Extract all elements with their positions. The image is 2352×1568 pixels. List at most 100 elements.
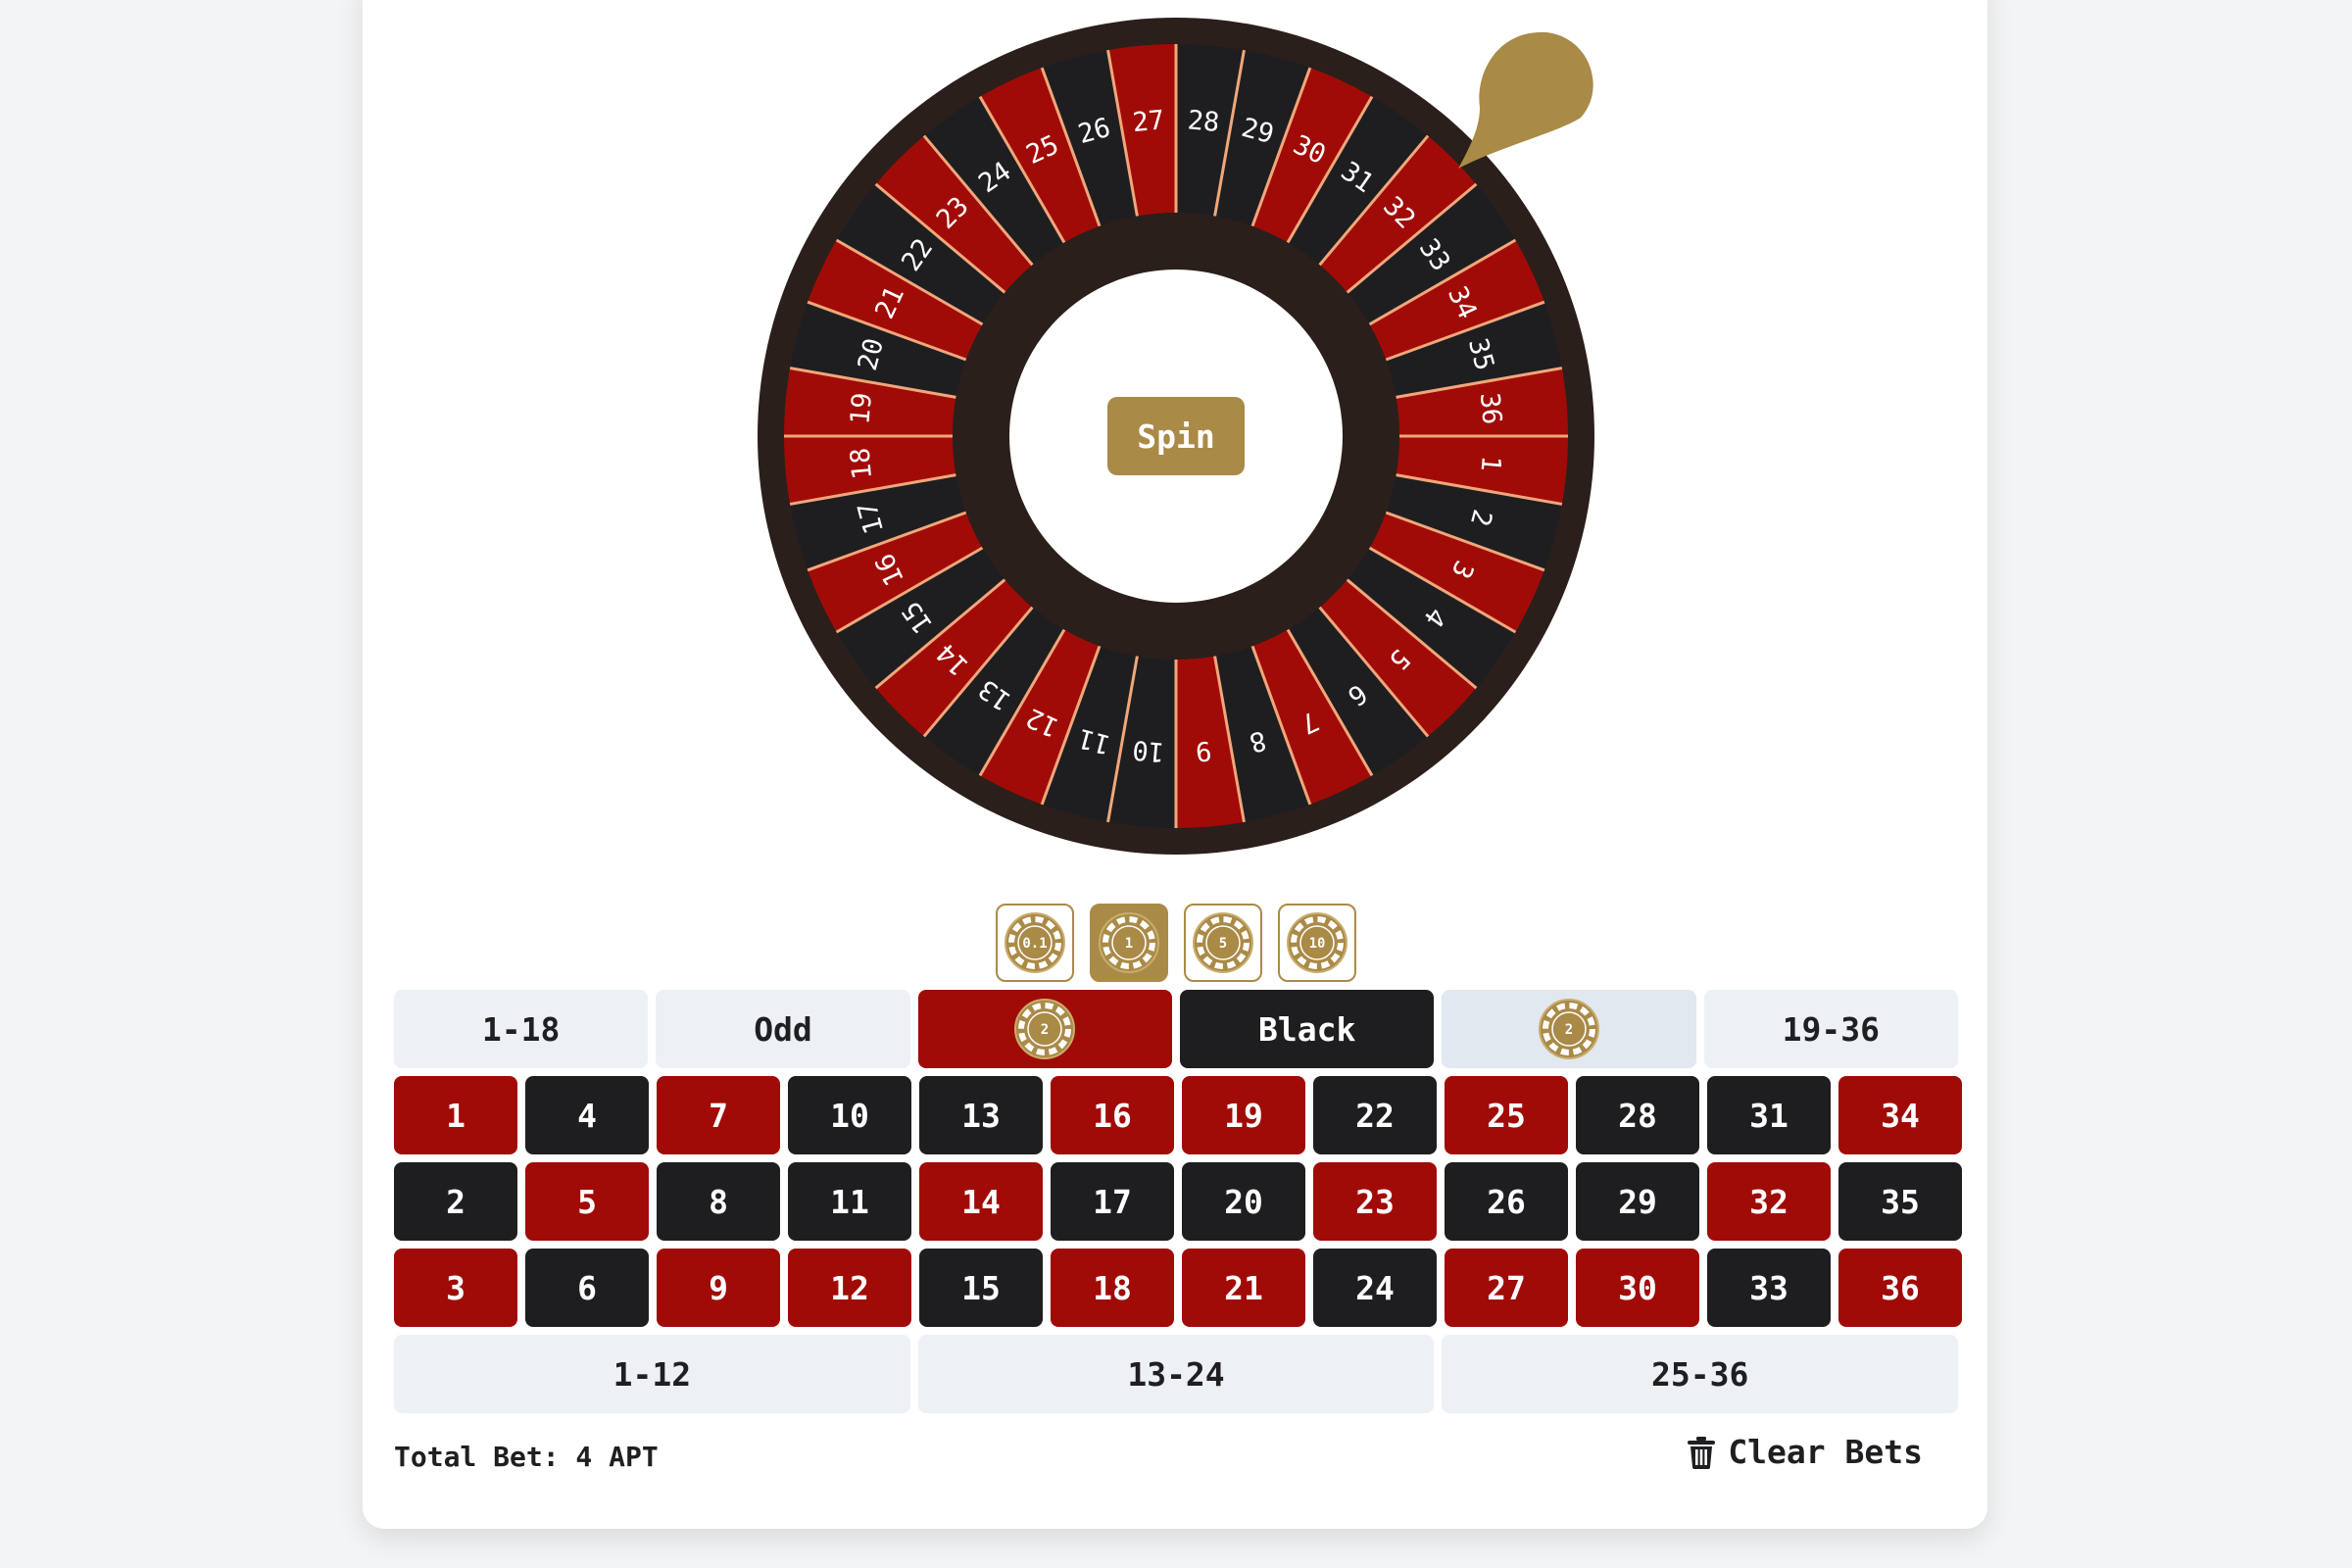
outside-bet-label: Odd	[754, 1009, 812, 1049]
number-cell-5[interactable]: 5	[525, 1162, 649, 1241]
number-label: 5	[577, 1182, 597, 1221]
number-label: 16	[1093, 1096, 1132, 1135]
betting-board: 1-18 Odd 2 Black 2 19-36 1 4 7 10 13 16 19 22 25 28 31 3…	[394, 990, 1962, 1421]
chip-0.1[interactable]: 0.1	[996, 904, 1074, 982]
number-label: 7	[709, 1096, 728, 1135]
outside-bet-19-36[interactable]: 19-36	[1703, 990, 1958, 1068]
number-label: 23	[1355, 1182, 1395, 1221]
number-cell-1[interactable]: 1	[394, 1076, 517, 1154]
number-cell-2[interactable]: 2	[394, 1162, 517, 1241]
chip-10[interactable]: 10	[1278, 904, 1356, 982]
number-cell-21[interactable]: 21	[1182, 1249, 1305, 1327]
number-cell-20[interactable]: 20	[1182, 1162, 1305, 1241]
number-cell-13[interactable]: 13	[919, 1076, 1043, 1154]
bet-footer: Total Bet: 4 APT Clear Bets	[394, 1433, 1923, 1482]
bet-chip-icon: 2	[1538, 999, 1599, 1059]
outside-bet-label: 19-36	[1782, 1009, 1880, 1049]
clear-bets-label: Clear Bets	[1728, 1433, 1923, 1471]
dozen-bet-1-12[interactable]: 1-12	[394, 1335, 910, 1413]
svg-text:1: 1	[1125, 936, 1133, 952]
number-cell-28[interactable]: 28	[1576, 1076, 1699, 1154]
number-cell-10[interactable]: 10	[788, 1076, 911, 1154]
grid-row: 1 4 7 10 13 16 19 22 25 28 31 34	[394, 1076, 1962, 1154]
number-label: 10	[830, 1096, 869, 1135]
dozen-bet-13-24[interactable]: 13-24	[917, 1335, 1435, 1413]
number-cell-14[interactable]: 14	[919, 1162, 1043, 1241]
chip-icon: 0.1	[1004, 912, 1065, 973]
number-label: 34	[1881, 1096, 1920, 1135]
number-label: 31	[1749, 1096, 1788, 1135]
number-cell-33[interactable]: 33	[1707, 1249, 1831, 1327]
number-label: 15	[961, 1268, 1001, 1307]
chip-icon: 5	[1193, 912, 1253, 973]
number-cell-12[interactable]: 12	[788, 1249, 911, 1327]
number-cell-34[interactable]: 34	[1838, 1076, 1962, 1154]
spin-button[interactable]: Spin	[1107, 397, 1245, 475]
outside-bets-row: 1-18 Odd 2 Black 2 19-36	[394, 990, 1958, 1068]
chip-1[interactable]: 1	[1090, 904, 1168, 982]
number-label: 6	[577, 1268, 597, 1307]
clear-bets-button[interactable]: Clear Bets	[1687, 1433, 1923, 1471]
number-label: 2	[446, 1182, 466, 1221]
number-cell-6[interactable]: 6	[525, 1249, 649, 1327]
svg-text:5: 5	[1219, 936, 1227, 952]
total-bet-text: Total Bet: 4 APT	[394, 1441, 659, 1473]
wheel-number: 19	[845, 391, 878, 425]
number-cell-31[interactable]: 31	[1707, 1076, 1831, 1154]
chip-5[interactable]: 5	[1184, 904, 1262, 982]
number-label: 33	[1749, 1268, 1788, 1307]
number-label: 22	[1355, 1096, 1395, 1135]
number-label: 8	[709, 1182, 728, 1221]
number-cell-7[interactable]: 7	[657, 1076, 780, 1154]
number-cell-9[interactable]: 9	[657, 1249, 780, 1327]
outside-bet-red[interactable]: 2	[917, 990, 1172, 1068]
number-cell-25[interactable]: 25	[1445, 1076, 1568, 1154]
number-cell-22[interactable]: 22	[1313, 1076, 1437, 1154]
number-cell-17[interactable]: 17	[1051, 1162, 1174, 1241]
chip-icon: 10	[1287, 912, 1348, 973]
number-cell-19[interactable]: 19	[1182, 1076, 1305, 1154]
number-cell-32[interactable]: 32	[1707, 1162, 1831, 1241]
chip-selector: 0.1 1 5 10	[996, 904, 1356, 982]
grid-row: 2 5 8 11 14 17 20 23 26 29 32 35	[394, 1162, 1962, 1241]
dozen-label: 25-36	[1651, 1354, 1749, 1394]
number-label: 4	[577, 1096, 597, 1135]
number-label: 9	[709, 1268, 728, 1307]
number-cell-36[interactable]: 36	[1838, 1249, 1962, 1327]
number-cell-3[interactable]: 3	[394, 1249, 517, 1327]
number-cell-30[interactable]: 30	[1576, 1249, 1699, 1327]
number-label: 1	[446, 1096, 466, 1135]
number-label: 3	[446, 1268, 466, 1307]
dozen-bet-25-36[interactable]: 25-36	[1442, 1335, 1959, 1413]
number-cell-15[interactable]: 15	[919, 1249, 1043, 1327]
outside-bet-1-18[interactable]: 1-18	[394, 990, 649, 1068]
number-cell-11[interactable]: 11	[788, 1162, 911, 1241]
number-label: 17	[1093, 1182, 1132, 1221]
chip-icon: 1	[1099, 912, 1159, 973]
number-label: 25	[1487, 1096, 1526, 1135]
number-label: 28	[1618, 1096, 1657, 1135]
number-grid: 1 4 7 10 13 16 19 22 25 28 31 34 2 5 8 11 14 17 20 23 26 29 32…	[394, 1076, 1962, 1327]
number-label: 11	[830, 1182, 869, 1221]
number-cell-18[interactable]: 18	[1051, 1249, 1174, 1327]
outside-bet-odd[interactable]: Odd	[656, 990, 910, 1068]
wheel-number: 9	[1195, 735, 1213, 766]
outside-bet-black[interactable]: Black	[1179, 990, 1435, 1068]
number-cell-8[interactable]: 8	[657, 1162, 780, 1241]
outside-bet-even[interactable]: 2	[1442, 990, 1696, 1068]
number-label: 12	[830, 1268, 869, 1307]
number-cell-24[interactable]: 24	[1313, 1249, 1437, 1327]
number-cell-23[interactable]: 23	[1313, 1162, 1437, 1241]
number-cell-4[interactable]: 4	[525, 1076, 649, 1154]
number-cell-27[interactable]: 27	[1445, 1249, 1568, 1327]
number-label: 21	[1224, 1268, 1263, 1307]
outside-bet-label: Black	[1257, 1009, 1356, 1049]
number-label: 27	[1487, 1268, 1526, 1307]
wheel-number: 18	[845, 447, 878, 481]
number-cell-35[interactable]: 35	[1838, 1162, 1962, 1241]
dozen-label: 13-24	[1127, 1354, 1225, 1394]
number-cell-16[interactable]: 16	[1051, 1076, 1174, 1154]
number-cell-29[interactable]: 29	[1576, 1162, 1699, 1241]
number-label: 14	[961, 1182, 1001, 1221]
number-cell-26[interactable]: 26	[1445, 1162, 1568, 1241]
